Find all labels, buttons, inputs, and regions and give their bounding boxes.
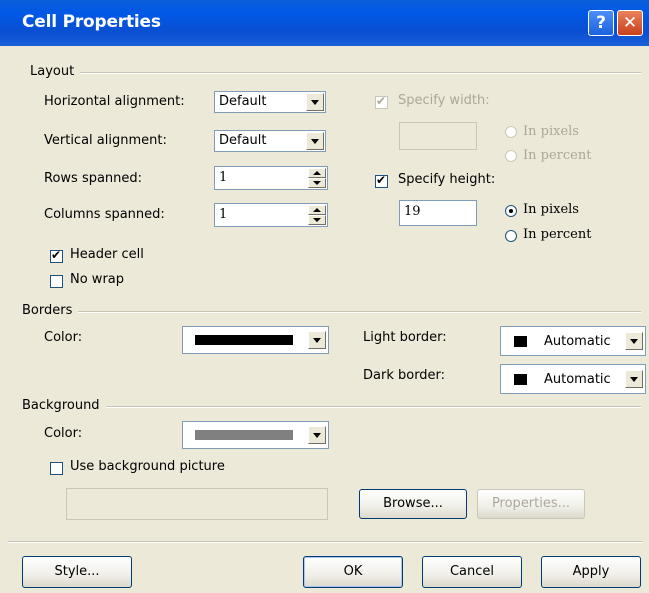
background-group-label: Background	[22, 398, 106, 413]
specify-width-label: Specify width:	[398, 93, 490, 108]
background-color-swatch	[195, 430, 293, 440]
specify-height-label: Specify height:	[398, 172, 496, 187]
rows-spanned-stepper[interactable]: 1	[214, 166, 328, 190]
vertical-alignment-label: Vertical alignment:	[44, 133, 167, 148]
borders-separator	[22, 311, 641, 313]
layout-separator	[30, 72, 641, 74]
height-input[interactable]: 19	[399, 200, 477, 226]
width-in-percent-label: In percent	[523, 148, 592, 163]
ok-button[interactable]: OK	[303, 556, 403, 588]
layout-group-label: Layout	[30, 64, 81, 79]
specify-height-checkbox[interactable]	[375, 173, 388, 188]
close-icon[interactable]: ✕	[617, 10, 643, 36]
chevron-down-icon[interactable]	[306, 132, 324, 150]
borders-color-label: Color:	[44, 330, 83, 345]
chevron-down-icon[interactable]	[306, 93, 324, 111]
columns-spanned-label: Columns spanned:	[44, 207, 165, 222]
height-value: 19	[404, 204, 421, 219]
header-cell-label: Header cell	[70, 247, 144, 262]
background-color-picker[interactable]	[182, 421, 329, 449]
light-border-swatch	[514, 336, 527, 347]
use-background-picture-label: Use background picture	[70, 459, 225, 474]
chevron-down-icon[interactable]	[625, 332, 643, 350]
dark-border-swatch	[514, 374, 527, 385]
width-in-pixels-radio[interactable]	[505, 126, 517, 138]
columns-spanned-value: 1	[219, 207, 228, 222]
spin-down-icon[interactable]	[308, 215, 326, 225]
header-cell-checkbox[interactable]	[50, 248, 63, 263]
horizontal-alignment-select[interactable]: Default	[214, 91, 326, 113]
width-in-percent-radio[interactable]	[505, 150, 517, 162]
columns-spanned-stepper[interactable]: 1	[214, 203, 328, 227]
use-background-picture-checkbox[interactable]	[50, 462, 63, 475]
dark-border-value: Automatic	[544, 372, 611, 387]
width-in-pixels-label: In pixels	[523, 124, 579, 139]
dark-border-label: Dark border:	[363, 368, 446, 383]
chevron-down-icon[interactable]	[308, 426, 326, 444]
browse-button[interactable]: Browse...	[359, 489, 467, 519]
rows-spanned-value: 1	[219, 170, 228, 185]
background-picture-path-input[interactable]	[66, 488, 328, 520]
cancel-button[interactable]: Cancel	[422, 556, 522, 588]
spin-up-icon[interactable]	[308, 205, 326, 215]
light-border-label: Light border:	[363, 330, 447, 345]
dark-border-picker[interactable]: Automatic	[500, 364, 646, 394]
vertical-alignment-value: Default	[219, 133, 267, 148]
chevron-down-icon[interactable]	[308, 331, 326, 349]
background-separator	[22, 406, 641, 408]
no-wrap-label: No wrap	[70, 272, 125, 287]
light-border-picker[interactable]: Automatic	[500, 326, 646, 356]
spin-down-icon[interactable]	[308, 178, 326, 188]
height-in-pixels-label: In pixels	[523, 202, 579, 217]
border-color-swatch	[195, 335, 293, 345]
chevron-down-icon[interactable]	[625, 370, 643, 388]
window-title: Cell Properties	[22, 12, 161, 32]
horizontal-alignment-value: Default	[219, 94, 267, 109]
properties-button[interactable]: Properties...	[477, 489, 585, 519]
height-in-pixels-radio[interactable]	[505, 205, 517, 217]
rows-spanned-label: Rows spanned:	[44, 171, 143, 186]
background-color-label: Color:	[44, 426, 83, 441]
height-in-percent-label: In percent	[523, 227, 592, 242]
width-input[interactable]	[399, 122, 477, 150]
height-in-percent-radio[interactable]	[505, 230, 517, 242]
style-button[interactable]: Style...	[22, 556, 132, 588]
borders-group-label: Borders	[22, 303, 79, 318]
horizontal-alignment-label: Horizontal alignment:	[44, 94, 185, 109]
border-color-picker[interactable]	[182, 326, 329, 354]
light-border-value: Automatic	[544, 334, 611, 349]
help-icon[interactable]: ?	[588, 10, 614, 36]
spin-up-icon[interactable]	[308, 168, 326, 178]
specify-width-checkbox[interactable]	[375, 94, 388, 109]
apply-button[interactable]: Apply	[541, 556, 641, 588]
footer-separator	[8, 541, 643, 543]
no-wrap-checkbox[interactable]	[50, 275, 63, 288]
vertical-alignment-select[interactable]: Default	[214, 130, 326, 152]
